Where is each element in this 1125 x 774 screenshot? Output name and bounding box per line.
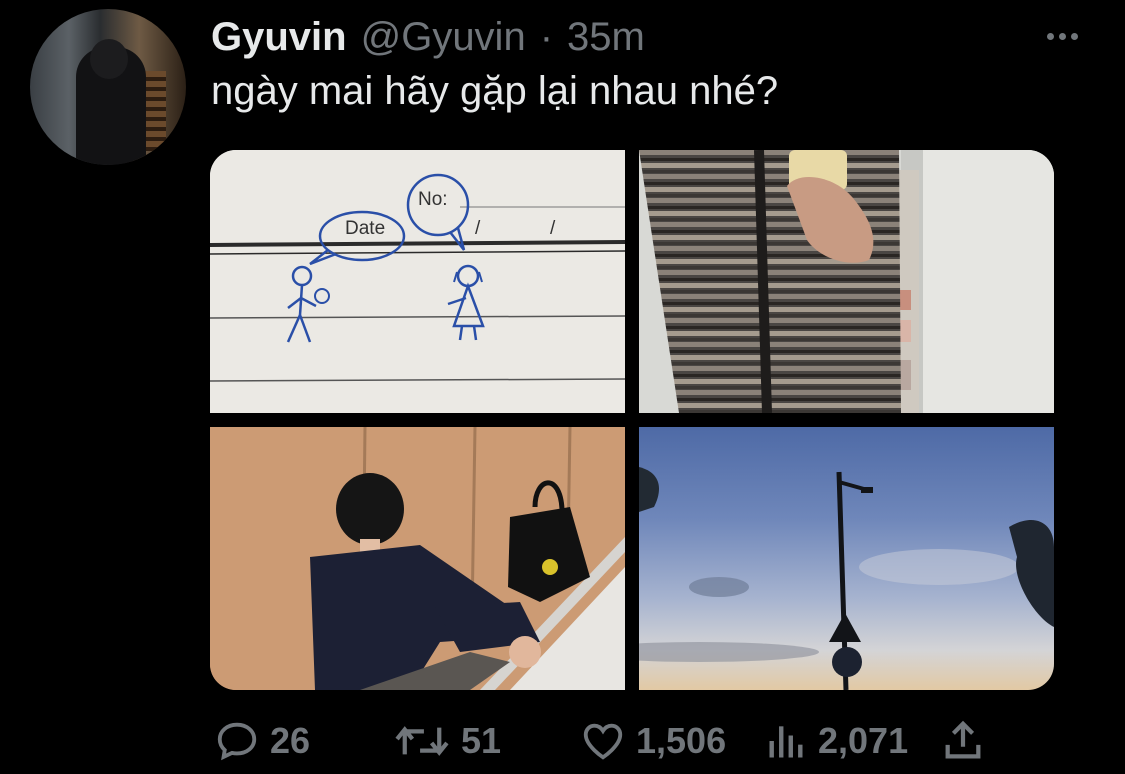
photo-notebook-doodle[interactable]: Date No: / / <box>210 150 625 413</box>
bar-chart-icon <box>769 726 803 758</box>
share-upload-icon <box>945 720 981 759</box>
reply-button[interactable]: 26 <box>214 716 310 766</box>
share-button[interactable] <box>940 716 986 766</box>
like-count: 1,506 <box>636 720 727 761</box>
reply-count: 26 <box>270 720 311 761</box>
photo-sky-streetlamp[interactable] <box>639 427 1054 690</box>
author-handle[interactable]: @Gyuvin <box>361 12 526 62</box>
retweet-button[interactable]: 51 <box>393 716 501 766</box>
photo-mirror-cardigan[interactable] <box>639 150 1054 413</box>
speech-bubble-icon <box>217 722 257 761</box>
retweet-count: 51 <box>461 720 502 761</box>
boy-sitting-drawing <box>210 427 625 690</box>
author-name[interactable]: Gyuvin <box>211 12 347 62</box>
heart-icon <box>583 723 623 760</box>
like-button[interactable]: 1,506 <box>580 716 726 766</box>
sky-drawing <box>639 467 1054 690</box>
tweet-text: ngày mai hãy gặp lại nhau nhé? <box>211 69 779 113</box>
retweet-arrows-icon <box>395 726 449 756</box>
avatar-person-head <box>90 39 128 79</box>
more-options-button[interactable] <box>1040 22 1084 50</box>
tweet-header: Gyuvin @Gyuvin · 35m <box>211 12 645 62</box>
more-dots-icon <box>1058 32 1066 40</box>
more-dots-icon <box>1046 32 1054 40</box>
views-button[interactable]: 2,071 <box>764 716 908 766</box>
date-slash-2: / <box>550 218 556 239</box>
media-grid: Date No: / / <box>210 150 1054 690</box>
bubble-right-text: No: <box>418 189 448 210</box>
tweet-timestamp[interactable]: 35m <box>567 12 645 62</box>
header-separator: · <box>539 15 554 59</box>
author-avatar[interactable] <box>30 9 186 165</box>
photo-boy-sitting[interactable] <box>210 427 625 690</box>
more-dots-icon <box>1070 32 1078 40</box>
date-slash-1: / <box>475 218 481 239</box>
cardigan-drawing <box>639 150 1054 413</box>
bubble-left-text: Date <box>345 218 385 239</box>
view-count: 2,071 <box>818 720 909 761</box>
notebook-drawing: Date No: / / <box>210 150 625 413</box>
